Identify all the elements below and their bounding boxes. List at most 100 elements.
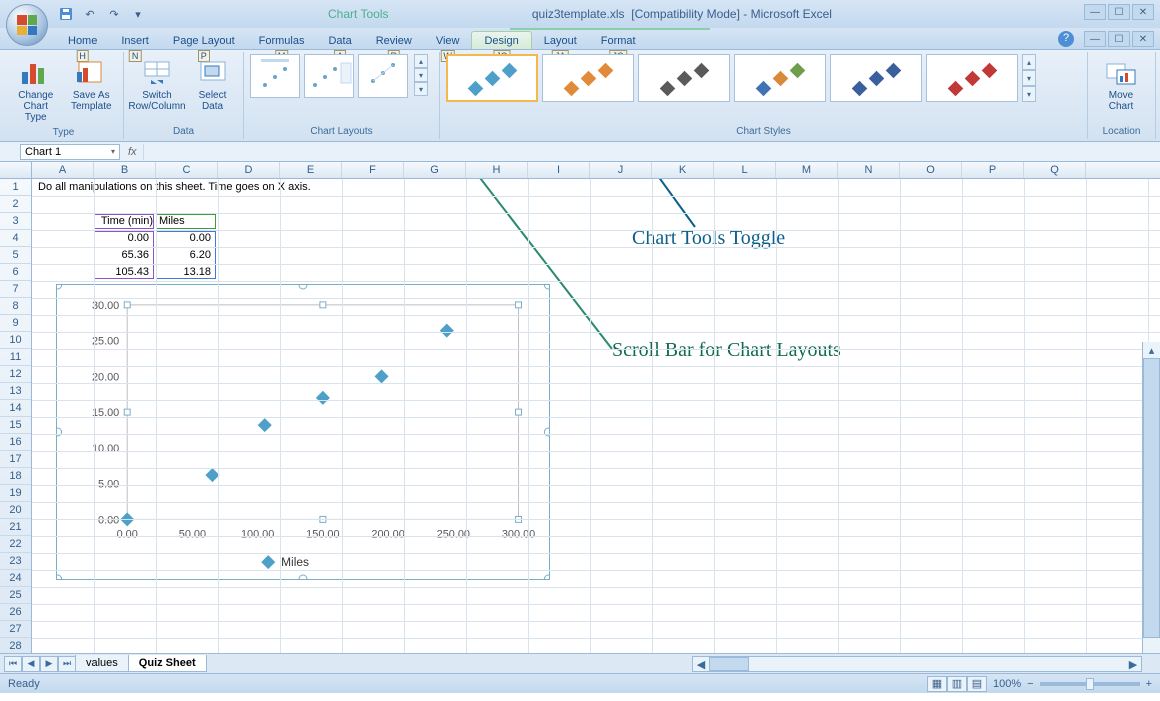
row-header-4[interactable]: 4 — [0, 230, 31, 247]
col-header-L[interactable]: L — [714, 162, 776, 178]
horizontal-scrollbar[interactable]: ◀ ▶ — [692, 656, 1142, 672]
zoom-out-icon[interactable]: − — [1027, 678, 1033, 690]
sheet-tab-quiz[interactable]: Quiz Sheet — [128, 655, 207, 672]
tab-design[interactable]: DesignJC — [471, 31, 531, 49]
row-header-8[interactable]: 8 — [0, 298, 31, 315]
tab-review[interactable]: ReviewR — [364, 32, 424, 49]
row-header-18[interactable]: 18 — [0, 468, 31, 485]
row-header-6[interactable]: 6 — [0, 264, 31, 281]
move-chart-button[interactable]: Move Chart — [1094, 54, 1148, 114]
scroll-right-arrow-icon[interactable]: ▶ — [1125, 657, 1141, 671]
row-header-17[interactable]: 17 — [0, 451, 31, 468]
sheet-tab-values[interactable]: values — [75, 655, 129, 672]
save-icon[interactable] — [56, 4, 76, 24]
row-header-23[interactable]: 23 — [0, 553, 31, 570]
row-header-25[interactable]: 25 — [0, 587, 31, 604]
workbook-close-button[interactable]: ✕ — [1132, 31, 1154, 47]
scroll-more-icon[interactable]: ▾ — [414, 82, 428, 96]
close-button[interactable]: ✕ — [1132, 4, 1154, 20]
cells-area[interactable]: Do all manipulations on this sheet. Time… — [32, 179, 1160, 653]
col-header-Q[interactable]: Q — [1024, 162, 1086, 178]
chart-layout-1[interactable] — [250, 54, 300, 98]
scroll-up-icon[interactable]: ▴ — [414, 54, 428, 68]
row-header-3[interactable]: 3 — [0, 213, 31, 230]
col-header-A[interactable]: A — [32, 162, 94, 178]
chart-style-5[interactable] — [830, 54, 922, 102]
row-header-26[interactable]: 26 — [0, 604, 31, 621]
row-header-10[interactable]: 10 — [0, 332, 31, 349]
maximize-button[interactable]: ☐ — [1108, 4, 1130, 20]
scroll-down-icon[interactable]: ▾ — [414, 68, 428, 82]
zoom-thumb[interactable] — [1086, 678, 1094, 690]
row-header-9[interactable]: 9 — [0, 315, 31, 332]
chart-style-6[interactable] — [926, 54, 1018, 102]
row-header-14[interactable]: 14 — [0, 400, 31, 417]
row-header-1[interactable]: 1 — [0, 179, 31, 196]
vertical-scrollbar[interactable]: ▴ ▾ — [1142, 342, 1160, 653]
office-button[interactable] — [6, 4, 48, 46]
prev-sheet-icon[interactable]: ◀ — [22, 656, 40, 672]
col-header-H[interactable]: H — [466, 162, 528, 178]
col-header-K[interactable]: K — [652, 162, 714, 178]
row-header-15[interactable]: 15 — [0, 417, 31, 434]
sheet-tab-nav[interactable]: ⏮ ◀ ▶ ⏭ — [4, 656, 76, 672]
col-header-G[interactable]: G — [404, 162, 466, 178]
row-header-22[interactable]: 22 — [0, 536, 31, 553]
chart-layout-3[interactable] — [358, 54, 408, 98]
vscroll-thumb[interactable] — [1143, 358, 1160, 638]
row-header-7[interactable]: 7 — [0, 281, 31, 298]
formula-input[interactable] — [143, 144, 1160, 160]
row-header-12[interactable]: 12 — [0, 366, 31, 383]
col-header-M[interactable]: M — [776, 162, 838, 178]
col-header-O[interactable]: O — [900, 162, 962, 178]
switch-row-column-button[interactable]: Switch Row/Column — [130, 54, 184, 114]
tab-view[interactable]: ViewW — [424, 32, 472, 49]
qat-more-icon[interactable]: ▾ — [128, 4, 148, 24]
tab-formulas[interactable]: FormulasM — [247, 32, 317, 49]
row-header-28[interactable]: 28 — [0, 638, 31, 653]
row-header-2[interactable]: 2 — [0, 196, 31, 213]
undo-icon[interactable]: ↶ — [80, 4, 100, 24]
chart-styles-scrollbar[interactable]: ▴▾▾ — [1022, 54, 1036, 102]
row-header-21[interactable]: 21 — [0, 519, 31, 536]
minimize-button[interactable]: — — [1084, 4, 1106, 20]
col-header-N[interactable]: N — [838, 162, 900, 178]
select-all-corner[interactable] — [0, 162, 32, 178]
col-header-J[interactable]: J — [590, 162, 652, 178]
row-header-5[interactable]: 5 — [0, 247, 31, 264]
tab-data[interactable]: DataA — [316, 32, 363, 49]
scroll-up-arrow-icon[interactable]: ▴ — [1143, 342, 1160, 358]
row-header-16[interactable]: 16 — [0, 434, 31, 451]
last-sheet-icon[interactable]: ⏭ — [58, 656, 76, 672]
tab-layout[interactable]: LayoutJA — [532, 32, 589, 49]
first-sheet-icon[interactable]: ⏮ — [4, 656, 22, 672]
save-as-template-button[interactable]: Save As Template — [66, 54, 118, 114]
fx-icon[interactable]: fx — [128, 146, 137, 158]
tab-insert[interactable]: InsertN — [109, 32, 161, 49]
normal-view-icon[interactable]: ▦ — [927, 676, 947, 692]
scroll-left-arrow-icon[interactable]: ◀ — [693, 657, 709, 671]
row-header-11[interactable]: 11 — [0, 349, 31, 366]
col-header-I[interactable]: I — [528, 162, 590, 178]
workbook-minimize-button[interactable]: — — [1084, 31, 1106, 47]
select-data-button[interactable]: Select Data — [188, 54, 237, 114]
dropdown-icon[interactable]: ▾ — [111, 147, 115, 156]
name-box[interactable]: Chart 1▾ — [20, 144, 120, 160]
zoom-in-icon[interactable]: + — [1146, 678, 1152, 690]
tab-home[interactable]: HomeH — [56, 32, 109, 49]
chart-style-4[interactable] — [734, 54, 826, 102]
page-layout-view-icon[interactable]: ▥ — [947, 676, 967, 692]
chart-style-3[interactable] — [638, 54, 730, 102]
next-sheet-icon[interactable]: ▶ — [40, 656, 58, 672]
zoom-slider[interactable] — [1040, 682, 1140, 686]
view-buttons[interactable]: ▦ ▥ ▤ — [927, 676, 987, 692]
col-header-C[interactable]: C — [156, 162, 218, 178]
chart-style-2[interactable] — [542, 54, 634, 102]
tab-format[interactable]: FormatJO — [589, 32, 648, 49]
chart-layouts-scrollbar[interactable]: ▴ ▾ ▾ — [414, 54, 428, 96]
col-header-B[interactable]: B — [94, 162, 156, 178]
col-header-P[interactable]: P — [962, 162, 1024, 178]
change-chart-type-button[interactable]: Change Chart Type — [10, 54, 62, 125]
col-header-F[interactable]: F — [342, 162, 404, 178]
redo-icon[interactable]: ↷ — [104, 4, 124, 24]
